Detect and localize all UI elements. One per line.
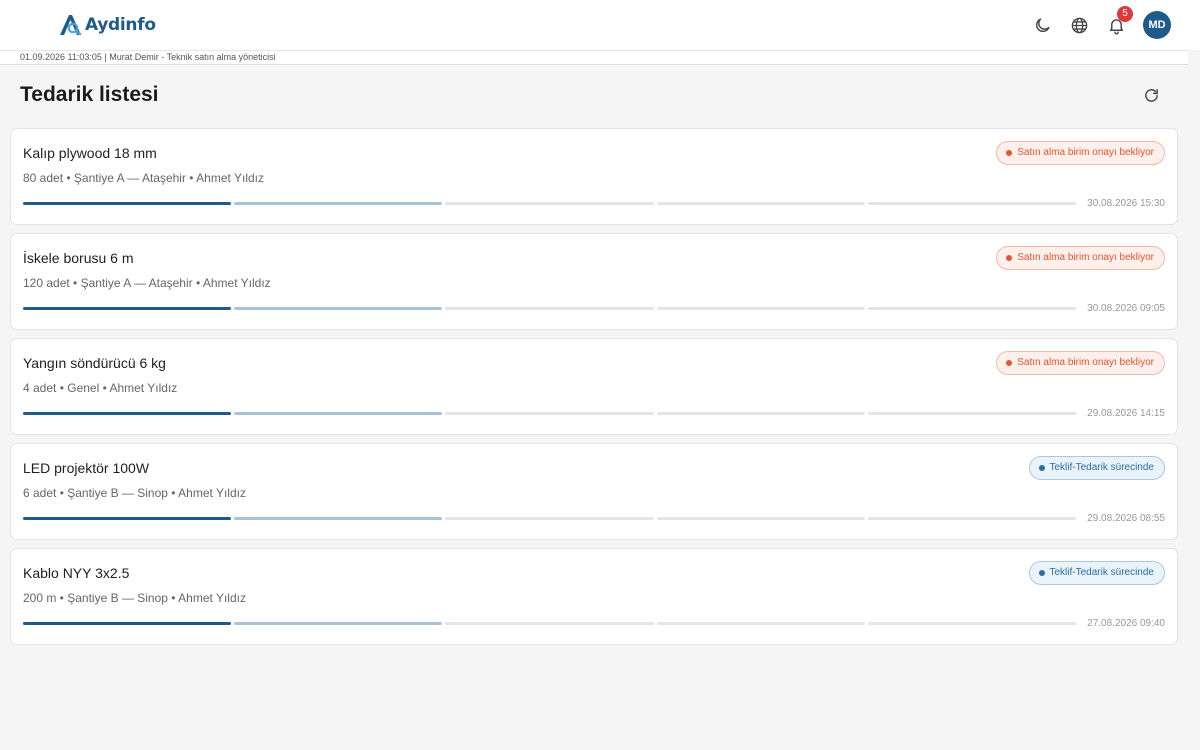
item-date: 29.08.2026 14:15 xyxy=(1087,408,1165,419)
progress-step xyxy=(867,412,1077,415)
progress-step xyxy=(656,202,865,205)
item-meta: 6 adet • Şantiye B — Sinop • Ahmet Yıldı… xyxy=(23,486,246,500)
item-meta: 4 adet • Genel • Ahmet Yıldız xyxy=(23,381,178,395)
status-dot-icon xyxy=(1006,360,1013,366)
status-label: Satın alma birim onayı bekliyor xyxy=(1017,252,1154,263)
user-avatar[interactable]: MD xyxy=(1143,11,1171,39)
item-meta: 80 adet • Şantiye A — Ataşehir • Ahmet Y… xyxy=(23,171,264,185)
progress-step xyxy=(656,622,865,625)
item-meta: 200 m • Şantiye B — Sinop • Ahmet Yıldız xyxy=(23,591,246,605)
progress-step xyxy=(23,412,232,415)
notification-badge: 5 xyxy=(1117,6,1133,22)
page-title: Tedarik listesi xyxy=(20,83,159,106)
progress-track xyxy=(23,412,1077,415)
progress-step xyxy=(23,202,232,205)
progress-step xyxy=(234,307,443,310)
status-label: Teklif-Tedarik sürecinde xyxy=(1049,462,1155,473)
status-badge: Satın alma birim onayı bekliyor xyxy=(996,246,1165,270)
status-dot-icon xyxy=(1006,150,1013,156)
progress-step xyxy=(23,307,232,310)
supply-card[interactable]: Kalıp plywood 18 mm 80 adet • Şantiye A —… xyxy=(10,128,1178,225)
supply-card[interactable]: Kablo NYY 3x2.5 200 m • Şantiye B — Sinop… xyxy=(10,548,1178,645)
progress-step xyxy=(867,622,1077,625)
theme-toggle-button[interactable] xyxy=(1030,13,1054,37)
supply-card[interactable]: İskele borusu 6 m 120 adet • Şantiye A — … xyxy=(10,233,1178,330)
item-title: Kablo NYY 3x2.5 xyxy=(23,565,130,581)
item-title: İskele borusu 6 m xyxy=(23,250,134,266)
progress-step xyxy=(867,517,1077,520)
status-label: Satın alma birim onayı bekliyor xyxy=(1017,357,1154,368)
progress-step xyxy=(23,517,232,520)
progress-step xyxy=(234,412,443,415)
item-date: 27.08.2026 09:40 xyxy=(1087,618,1165,629)
session-info-text: 01.09.2026 11:03:05 | Murat Demir - Tekn… xyxy=(20,52,276,62)
progress-step xyxy=(867,202,1077,205)
language-button[interactable] xyxy=(1067,13,1091,37)
globe-icon xyxy=(1071,17,1087,33)
supply-card[interactable]: LED projektör 100W 6 adet • Şantiye B — S… xyxy=(10,443,1178,540)
item-title: Yangın söndürücü 6 kg xyxy=(23,355,166,371)
progress-step xyxy=(234,202,443,205)
progress-step xyxy=(445,202,654,205)
status-badge: Teklif-Tedarik sürecinde xyxy=(1028,456,1165,480)
moon-icon xyxy=(1035,17,1050,32)
progress-track xyxy=(23,517,1077,520)
logo-mark-icon xyxy=(60,15,82,36)
status-badge: Teklif-Tedarik sürecinde xyxy=(1028,561,1165,585)
progress-step xyxy=(445,307,654,310)
progress-step xyxy=(656,307,865,310)
brand-name: Aydinfo xyxy=(85,15,156,35)
supply-list: Kalıp plywood 18 mm 80 adet • Şantiye A —… xyxy=(10,128,1178,653)
item-date: 30.08.2026 09:05 xyxy=(1087,303,1165,314)
top-bar: Aydinfo 5 MD xyxy=(0,0,1200,50)
progress-step xyxy=(867,307,1077,310)
progress-step xyxy=(656,517,865,520)
progress-step xyxy=(656,412,865,415)
progress-track xyxy=(23,307,1077,310)
status-badge: Satın alma birim onayı bekliyor xyxy=(996,141,1165,165)
supply-card[interactable]: Yangın söndürücü 6 kg 4 adet • Genel • Ah… xyxy=(10,338,1178,435)
progress-step xyxy=(234,622,443,625)
item-meta: 120 adet • Şantiye A — Ataşehir • Ahmet … xyxy=(23,276,271,290)
notifications-button[interactable]: 5 xyxy=(1104,6,1133,37)
item-date: 30.08.2026 15:30 xyxy=(1087,198,1165,209)
status-badge: Satın alma birim onayı bekliyor xyxy=(996,351,1165,375)
status-label: Teklif-Tedarik sürecinde xyxy=(1049,567,1155,578)
status-dot-icon xyxy=(1038,570,1045,576)
progress-track xyxy=(23,202,1077,205)
status-label: Satın alma birim onayı bekliyor xyxy=(1017,147,1154,158)
refresh-icon xyxy=(1144,88,1158,102)
progress-step xyxy=(23,622,232,625)
brand-logo[interactable]: Aydinfo xyxy=(58,12,156,38)
progress-step xyxy=(445,517,654,520)
progress-step xyxy=(445,412,654,415)
item-title: Kalıp plywood 18 mm xyxy=(23,145,157,161)
refresh-button[interactable] xyxy=(1141,85,1161,105)
progress-step xyxy=(445,622,654,625)
item-date: 29.08.2026 08:55 xyxy=(1087,513,1165,524)
progress-track xyxy=(23,622,1077,625)
item-title: LED projektör 100W xyxy=(23,460,150,476)
progress-step xyxy=(234,517,443,520)
session-info-bar: 01.09.2026 11:03:05 | Murat Demir - Tekn… xyxy=(0,50,1188,65)
status-dot-icon xyxy=(1006,255,1013,261)
status-dot-icon xyxy=(1038,465,1045,471)
